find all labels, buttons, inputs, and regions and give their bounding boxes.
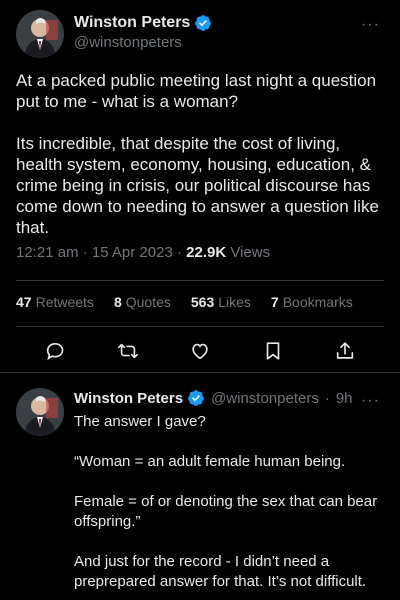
reply-display-name[interactable]: Winston Peters: [74, 390, 183, 407]
reply-header: Winston Peters @winstonpeters · 9h: [74, 389, 353, 407]
display-name[interactable]: Winston Peters: [74, 14, 212, 32]
tweet-time[interactable]: 12:21 am: [16, 244, 79, 261]
reply-icon[interactable]: [44, 340, 66, 362]
retweet-icon[interactable]: [117, 340, 139, 362]
avatar-image: [16, 10, 64, 58]
tweet-text: At a packed public meeting last night a …: [16, 71, 379, 237]
tweet-stats: 47 Retweets 8 Quotes 563 Likes 7 Bookmarks: [16, 294, 353, 310]
avatar[interactable]: [16, 10, 64, 58]
like-icon[interactable]: [189, 340, 211, 362]
stat-quotes[interactable]: 8 Quotes: [114, 294, 171, 310]
stat-bookmarks[interactable]: 7 Bookmarks: [271, 294, 353, 310]
reply-text: The answer I gave? “Woman = an adult fem…: [74, 413, 378, 590]
handle[interactable]: @winstonpeters: [74, 34, 212, 51]
tweet-meta: 12:21 am · 15 Apr 2023 · 22.9K Views: [16, 244, 270, 261]
reply-avatar[interactable]: [16, 388, 64, 436]
share-icon[interactable]: [334, 340, 356, 362]
reply-handle[interactable]: @winstonpeters: [211, 390, 319, 407]
main-tweet: Winston Peters @winstonpeters ··· At a p…: [0, 0, 400, 372]
bookmark-icon[interactable]: [262, 340, 284, 362]
meta-separator: ·: [324, 389, 330, 407]
divider: [16, 280, 384, 281]
verified-badge-icon: [188, 390, 204, 406]
views-label: Views: [230, 244, 271, 261]
meta-separator: ·: [82, 244, 92, 261]
divider: [16, 326, 384, 327]
reply-age[interactable]: 9h: [336, 390, 353, 407]
views-count: 22.9K: [186, 244, 227, 261]
tweet-separator: [0, 372, 400, 373]
stat-likes[interactable]: 563 Likes: [191, 294, 251, 310]
meta-separator: ·: [176, 244, 187, 261]
display-name-text[interactable]: Winston Peters: [74, 14, 190, 32]
more-options-button[interactable]: ···: [361, 16, 380, 34]
avatar-image: [16, 388, 64, 436]
stat-retweets[interactable]: 47 Retweets: [16, 294, 94, 310]
tweet-date[interactable]: 15 Apr 2023: [92, 244, 173, 261]
reply-more-options-button[interactable]: ···: [361, 392, 380, 410]
verified-badge-icon: [195, 15, 212, 31]
action-bar: [16, 336, 384, 366]
